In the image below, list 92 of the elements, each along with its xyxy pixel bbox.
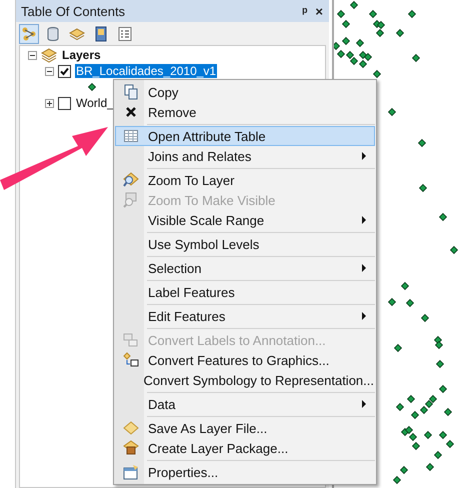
layer-name[interactable]: Layers xyxy=(61,48,102,62)
point-marker xyxy=(418,138,426,148)
expand-toggle[interactable] xyxy=(28,50,37,60)
layer-checkbox[interactable] xyxy=(58,64,71,78)
point-marker xyxy=(420,314,430,322)
zoom-layer-icon xyxy=(123,172,139,188)
point-marker xyxy=(450,246,458,254)
point-marker xyxy=(342,20,350,28)
layers-icon xyxy=(41,47,57,63)
point-marker xyxy=(376,28,384,38)
menu-item[interactable]: Convert Symbology to Representation... xyxy=(115,370,375,390)
point-symbol-icon xyxy=(88,83,96,91)
expand-toggle[interactable] xyxy=(45,66,54,76)
point-marker xyxy=(394,344,402,352)
point-marker xyxy=(350,0,358,10)
layer-name[interactable]: BR_Localidades_2010_v1 xyxy=(75,64,218,78)
panel-title: Table Of Contents xyxy=(21,4,126,18)
convert-labels-icon xyxy=(123,332,139,348)
point-marker xyxy=(406,298,414,308)
menu-item[interactable]: Copy xyxy=(115,82,375,102)
menu-item[interactable]: Save As Layer File... xyxy=(115,414,375,438)
point-marker xyxy=(420,406,428,414)
menu-item[interactable]: Use Symbol Levels xyxy=(115,230,375,254)
point-marker xyxy=(444,408,452,416)
submenu-arrow-icon xyxy=(362,264,366,272)
submenu-arrow-icon xyxy=(362,216,366,224)
menu-item[interactable]: Visible Scale Range xyxy=(115,210,375,230)
point-marker xyxy=(396,28,404,38)
point-marker xyxy=(418,184,428,192)
menu-item[interactable]: Zoom To Layer xyxy=(115,166,375,190)
point-marker xyxy=(412,54,420,62)
menu-item[interactable]: Edit Features xyxy=(115,302,375,326)
copy-icon xyxy=(123,84,139,100)
point-marker xyxy=(368,10,378,18)
point-marker xyxy=(424,430,432,440)
point-marker xyxy=(424,400,434,408)
pin-button[interactable]: ᵖ xyxy=(302,4,308,18)
point-marker xyxy=(400,282,410,290)
point-marker xyxy=(388,108,396,116)
menu-item[interactable]: Remove xyxy=(115,102,375,122)
point-marker xyxy=(438,430,448,440)
point-marker xyxy=(372,70,382,78)
point-marker xyxy=(376,20,386,30)
point-marker xyxy=(446,440,454,448)
point-marker xyxy=(358,50,368,60)
point-marker xyxy=(350,56,358,66)
menu-item[interactable]: Properties... xyxy=(115,458,375,482)
point-marker xyxy=(364,52,372,62)
point-marker xyxy=(436,360,444,368)
submenu-arrow-icon xyxy=(362,312,366,320)
point-marker xyxy=(404,426,414,434)
close-button[interactable]: × xyxy=(315,4,323,18)
point-marker xyxy=(346,50,354,60)
menu-item[interactable]: Joins and Relates xyxy=(115,146,375,166)
diamond-icon xyxy=(123,420,139,436)
table-icon xyxy=(123,128,139,144)
point-marker xyxy=(396,402,404,412)
point-marker xyxy=(336,10,346,18)
point-marker xyxy=(434,340,444,350)
point-marker xyxy=(428,394,438,404)
menu-item[interactable]: Create Layer Package... xyxy=(115,438,375,458)
menu-item[interactable]: Label Features xyxy=(115,278,375,302)
point-marker xyxy=(438,212,448,222)
menu-item[interactable]: Convert Features to Graphics... xyxy=(115,350,375,370)
menu-item[interactable]: Selection xyxy=(115,254,375,278)
submenu-arrow-icon xyxy=(362,152,366,160)
convert-features-icon xyxy=(123,352,139,368)
layer-checkbox[interactable] xyxy=(58,96,71,110)
point-marker xyxy=(400,466,408,474)
point-marker xyxy=(438,384,448,394)
submenu-arrow-icon xyxy=(362,400,366,408)
package-icon xyxy=(123,440,139,456)
point-marker xyxy=(388,298,396,306)
point-marker xyxy=(358,60,368,68)
point-marker xyxy=(356,38,364,48)
list-by-drawing-order-button[interactable] xyxy=(19,24,39,44)
point-marker xyxy=(412,442,420,450)
point-marker xyxy=(434,450,442,460)
point-marker xyxy=(406,394,416,404)
point-marker xyxy=(392,476,402,484)
point-marker xyxy=(434,336,442,344)
point-marker xyxy=(410,410,420,420)
properties-icon xyxy=(123,464,139,480)
point-marker xyxy=(342,36,350,46)
zoom-visible-icon xyxy=(123,192,139,208)
expand-toggle[interactable] xyxy=(45,98,54,108)
point-marker xyxy=(408,10,416,18)
point-marker xyxy=(426,462,434,472)
point-marker xyxy=(408,432,418,442)
layer-name[interactable]: World_ xyxy=(75,96,115,110)
menu-item[interactable]: Data xyxy=(115,390,375,414)
point-marker xyxy=(336,50,346,58)
